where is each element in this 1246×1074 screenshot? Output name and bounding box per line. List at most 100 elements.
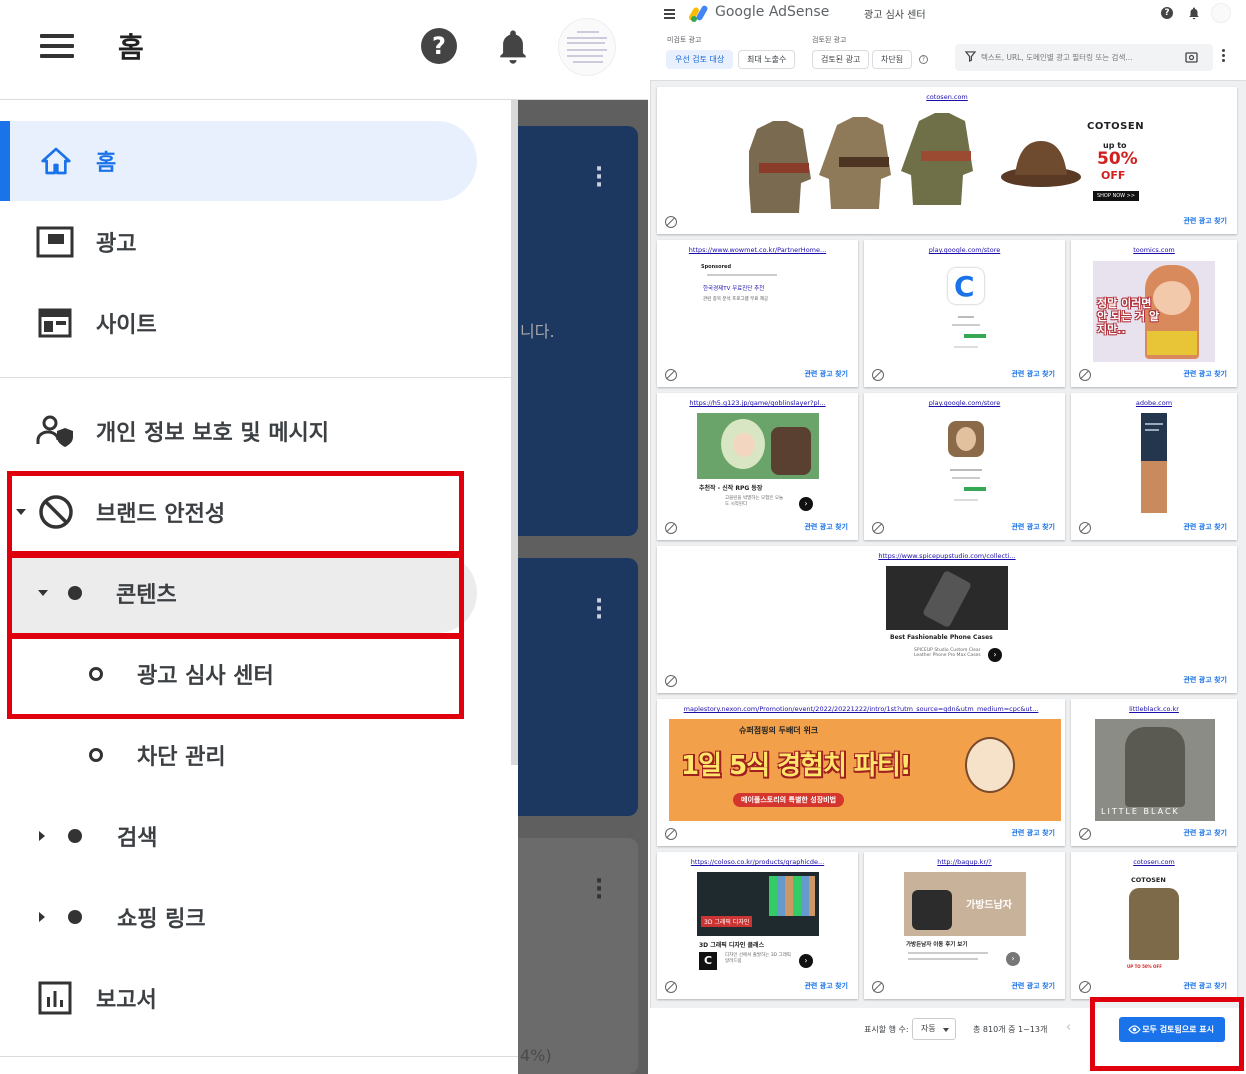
ad-photo (1141, 461, 1167, 513)
block-ad-icon[interactable] (665, 216, 677, 228)
ad-url[interactable]: https://www.spicepupstudio.com/collecti.… (657, 552, 1237, 560)
ad-url[interactable]: littleblack.co.kr (1071, 705, 1237, 713)
ad-url[interactable]: maplestory.nexon.com/Promotion/event/202… (657, 705, 1065, 713)
find-related-ads-link[interactable]: 관련 광고 찾기 (1183, 981, 1227, 991)
ad-card[interactable]: https://www.wowmet.co.kr/PartnerHome... … (657, 240, 858, 387)
find-related-ads-link[interactable]: 관련 광고 찾기 (804, 369, 848, 379)
nav-item-shopping-links[interactable]: 쇼핑 링크 (0, 877, 500, 957)
info-icon[interactable]: ? (919, 55, 928, 64)
block-ad-icon[interactable] (1079, 981, 1091, 993)
ad-card[interactable]: https://h5.g123.jp/game/goblinslayer?pl.… (657, 393, 858, 540)
more-options-icon[interactable] (1222, 49, 1226, 64)
avatar[interactable] (1211, 3, 1231, 23)
ad-card[interactable]: play.google.com/store C 관련 광고 찾기 (864, 240, 1065, 387)
notification-bell-icon[interactable] (496, 27, 530, 65)
filter-chip-blocked[interactable]: 차단됨 (872, 50, 913, 69)
find-related-ads-link[interactable]: 관련 광고 찾기 (1183, 675, 1227, 685)
filter-funnel-icon (965, 51, 976, 62)
block-ad-icon[interactable] (872, 981, 884, 993)
ad-card[interactable]: maplestory.nexon.com/Promotion/event/202… (657, 699, 1065, 846)
block-ad-icon[interactable] (872, 522, 884, 534)
ad-creative[interactable]: LITTLE BLACK (1095, 719, 1215, 821)
ad-url[interactable]: play.google.com/store (864, 399, 1065, 407)
rows-per-page-select[interactable]: 자동 (912, 1018, 956, 1040)
ad-card[interactable]: play.google.com/store 관련 광고 찾기 (864, 393, 1065, 540)
nav-item-ads[interactable]: 광고 (0, 202, 500, 282)
nav-item-search[interactable]: 검색 (0, 796, 500, 876)
block-ad-icon[interactable] (872, 369, 884, 381)
nav-item-blocking-controls[interactable]: 차단 관리 (0, 715, 500, 795)
ad-card[interactable]: https://www.spicepupstudio.com/collecti.… (657, 546, 1237, 693)
find-related-ads-link[interactable]: 관련 광고 찾기 (1183, 828, 1227, 838)
find-related-ads-link[interactable]: 관련 광고 찾기 (1183, 369, 1227, 379)
ad-card[interactable]: toomics.com 정말 이러면 안 되는 거 알지만.. 관련 광고 찾기 (1071, 240, 1237, 387)
nav-item-reports[interactable]: 보고서 (0, 958, 500, 1038)
find-related-ads-link[interactable]: 관련 광고 찾기 (1011, 522, 1055, 532)
ad-creative[interactable]: 슈퍼점핑의 두배더 위크 1일 5식 경험치 파티! 메이플스토리의 특별한 성… (669, 719, 1061, 821)
nav-item-privacy-messaging[interactable]: 개인 정보 보호 및 메시지 (0, 391, 500, 471)
ad-card[interactable]: adobe.com 관련 광고 찾기 (1071, 393, 1237, 540)
help-icon[interactable]: ? (1161, 7, 1173, 19)
ad-creative[interactable]: COTOSEN up to 50% OFF SHOP NOW >> (749, 107, 1149, 219)
find-related-ads-link[interactable]: 관련 광고 찾기 (1183, 522, 1227, 532)
ads-icon (36, 226, 74, 258)
find-related-ads-link[interactable]: 관련 광고 찾기 (1183, 216, 1227, 226)
filter-chip-reviewed[interactable]: 검토된 광고 (812, 50, 870, 69)
nav-item-home[interactable]: 홈 (10, 121, 477, 201)
filter-chip-priority[interactable]: 우선 검토 대상 (666, 50, 734, 69)
find-related-ads-link[interactable]: 관련 광고 찾기 (1011, 828, 1055, 838)
ad-creative[interactable] (944, 419, 988, 509)
ad-url[interactable]: play.google.com/store (864, 246, 1065, 254)
expand-caret-icon[interactable] (39, 912, 45, 922)
ad-url[interactable]: adobe.com (1071, 399, 1237, 407)
expand-caret-icon[interactable] (39, 831, 45, 841)
menu-icon[interactable] (40, 34, 74, 58)
ad-creative[interactable]: 가방드남자 가방든남자 이동 후기 보기 › (904, 872, 1026, 976)
block-ad-icon[interactable] (665, 981, 677, 993)
ad-card[interactable]: cotosen.com COTOSEN up to 50% OFF SHOP N… (657, 87, 1237, 234)
ad-creative[interactable]: Sponsored 한국경제TV 무료진단 추천 관련 종목 분석 프로그램 무… (697, 262, 827, 312)
ad-url[interactable]: https://www.wowmet.co.kr/PartnerHome... (657, 246, 858, 254)
scrollbar[interactable] (511, 100, 518, 765)
ad-url[interactable]: http://bagup.kr/? (864, 858, 1065, 866)
nav-item-sites[interactable]: 사이트 (0, 283, 500, 363)
ad-card[interactable]: cotosen.com COTOSEN UP TO 50% OFF 관련 광고 … (1071, 852, 1237, 999)
ad-search-box[interactable]: 텍스트, URL, 도메인별 광고 필터링 또는 검색... (955, 44, 1213, 71)
find-related-ads-link[interactable]: 관련 광고 찾기 (1011, 981, 1055, 991)
find-related-ads-link[interactable]: 관련 광고 찾기 (804, 522, 848, 532)
ad-creative[interactable]: COTOSEN UP TO 50% OFF (1125, 872, 1183, 974)
block-ad-icon[interactable] (1079, 828, 1091, 840)
background-kebab-icon: · · · (594, 589, 604, 630)
ad-url[interactable]: toomics.com (1071, 246, 1237, 254)
help-icon[interactable]: ? (421, 28, 457, 64)
menu-icon[interactable] (664, 9, 675, 19)
ad-creative[interactable]: C (944, 266, 988, 356)
bullet-filled-icon (68, 829, 82, 843)
ad-creative[interactable]: 3D 그래픽 디자인 3D 그래픽 디자인 클래스 C 디자인 선에서 출발하는… (697, 872, 819, 976)
ad-card[interactable]: https://coloso.co.kr/products/graphicde.… (657, 852, 858, 999)
ad-creative[interactable]: 정말 이러면 안 되는 거 알지만.. (1093, 261, 1215, 362)
find-related-ads-link[interactable]: 관련 광고 찾기 (804, 981, 848, 991)
ad-url[interactable]: cotosen.com (657, 93, 1237, 101)
block-ad-icon[interactable] (665, 369, 677, 381)
adsense-logo-icon (689, 5, 708, 22)
block-ad-icon[interactable] (1079, 522, 1091, 534)
block-ad-icon[interactable] (1079, 369, 1091, 381)
find-related-ads-link[interactable]: 관련 광고 찾기 (1011, 369, 1055, 379)
block-ad-icon[interactable] (665, 675, 677, 687)
ad-creative[interactable]: 추천작 - 신작 RPG 등장 고블린을 박멸하는 모험은 오늘도 시작된다 › (697, 413, 819, 517)
ad-creative[interactable] (1141, 413, 1167, 513)
avatar[interactable] (558, 18, 616, 76)
ad-url[interactable]: https://h5.g123.jp/game/goblinslayer?pl.… (657, 399, 858, 407)
notification-bell-icon[interactable] (1188, 6, 1200, 20)
block-ad-icon[interactable] (665, 522, 677, 534)
ad-creative[interactable]: Best Fashionable Phone Cases SPICEUP Stu… (886, 566, 1008, 670)
ad-url[interactable]: https://coloso.co.kr/products/graphicde.… (657, 858, 858, 866)
ad-card[interactable]: http://bagup.kr/? 가방드남자 가방든남자 이동 후기 보기 ›… (864, 852, 1065, 999)
prev-page-button[interactable]: ‹ (1066, 1020, 1071, 1035)
filter-chip-most-impressions[interactable]: 최대 노출수 (738, 50, 796, 69)
block-ad-icon[interactable] (665, 828, 677, 840)
ad-url[interactable]: cotosen.com (1071, 858, 1237, 866)
ad-card[interactable]: littleblack.co.kr LITTLE BLACK 관련 광고 찾기 (1071, 699, 1237, 846)
screenshot-icon[interactable] (1185, 51, 1198, 63)
